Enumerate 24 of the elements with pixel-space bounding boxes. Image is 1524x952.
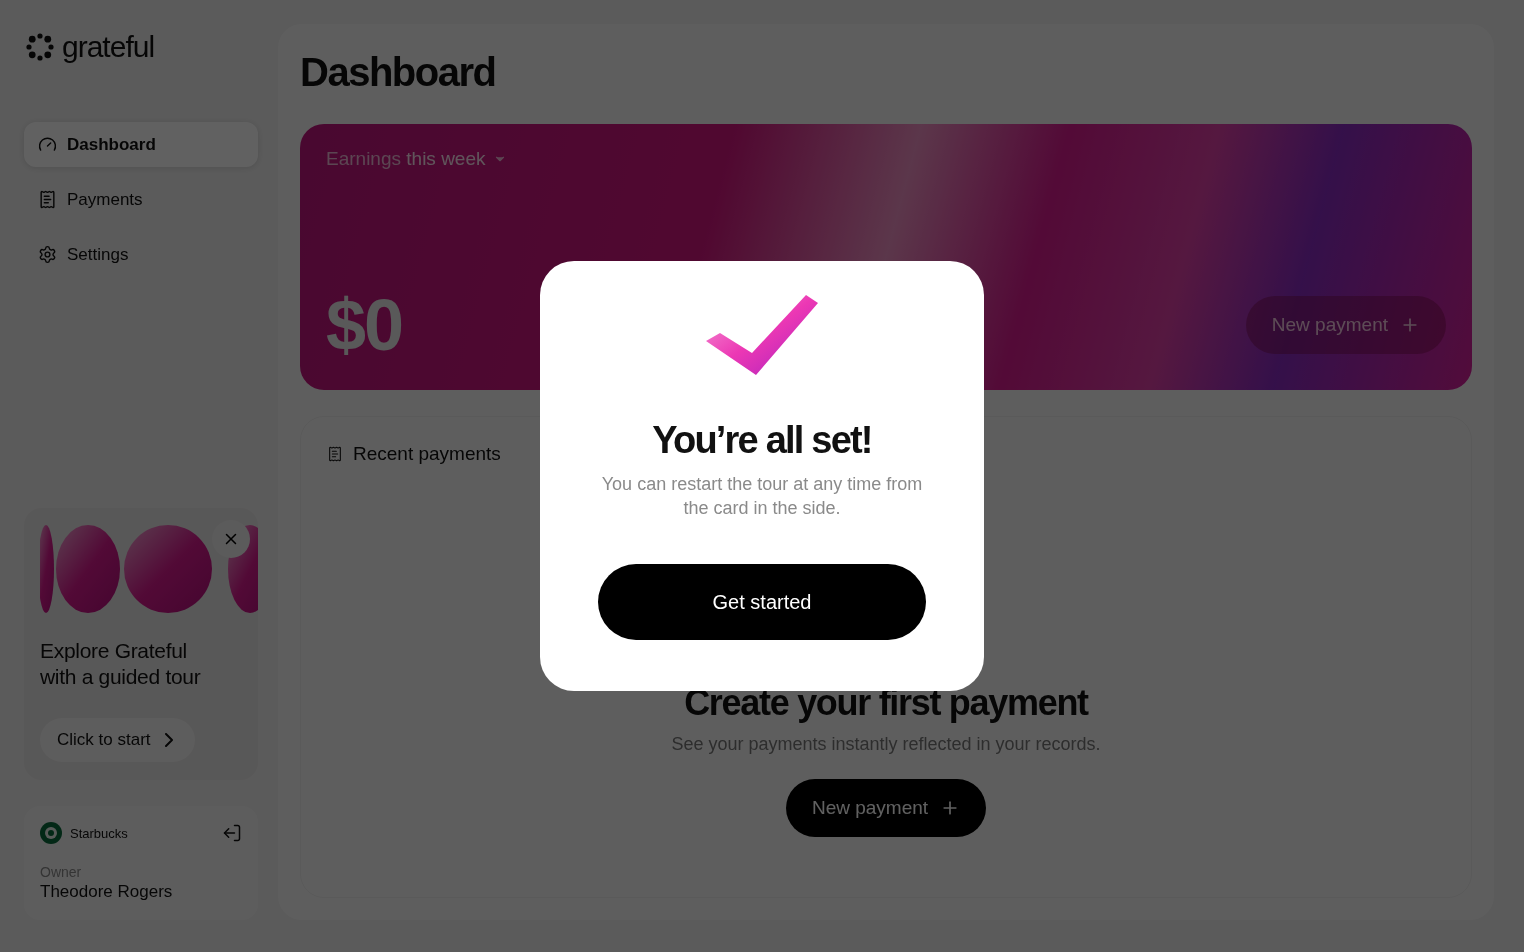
round-logo-icon	[40, 822, 62, 844]
tour-title: Explore Grateful with a guided tour	[40, 638, 202, 690]
logo-icon	[24, 31, 56, 63]
settings-icon	[38, 245, 57, 264]
earnings-amount: $0	[326, 284, 403, 366]
account-name: Theodore Rogers	[40, 882, 174, 902]
period-dropdown[interactable]: Earnings this week	[326, 148, 508, 170]
nav-item[interactable]: Dashboard	[24, 122, 258, 167]
chevron-right-icon	[164, 733, 173, 747]
nav-item[interactable]: Settings	[24, 232, 258, 277]
business-name: Starbucks	[70, 825, 129, 841]
document-icon	[38, 190, 57, 209]
start-tour-button[interactable]: Click to start	[40, 718, 195, 762]
nav-item[interactable]: Payments	[24, 177, 258, 222]
exit-icon[interactable]	[222, 823, 242, 843]
get-started-button[interactable]: Get started	[598, 564, 926, 640]
new-payment-button[interactable]: New payment	[785, 779, 987, 837]
brand-name: grateful	[62, 30, 155, 64]
modal-title: You’re all set!	[652, 419, 872, 462]
document-icon	[327, 446, 343, 462]
page-title: Dashboard	[300, 49, 497, 96]
panel-title: Recent payments	[353, 443, 501, 465]
gauge-icon	[38, 135, 57, 154]
modal-text: You can restart the tour at any time from the card in the side.	[600, 473, 924, 520]
